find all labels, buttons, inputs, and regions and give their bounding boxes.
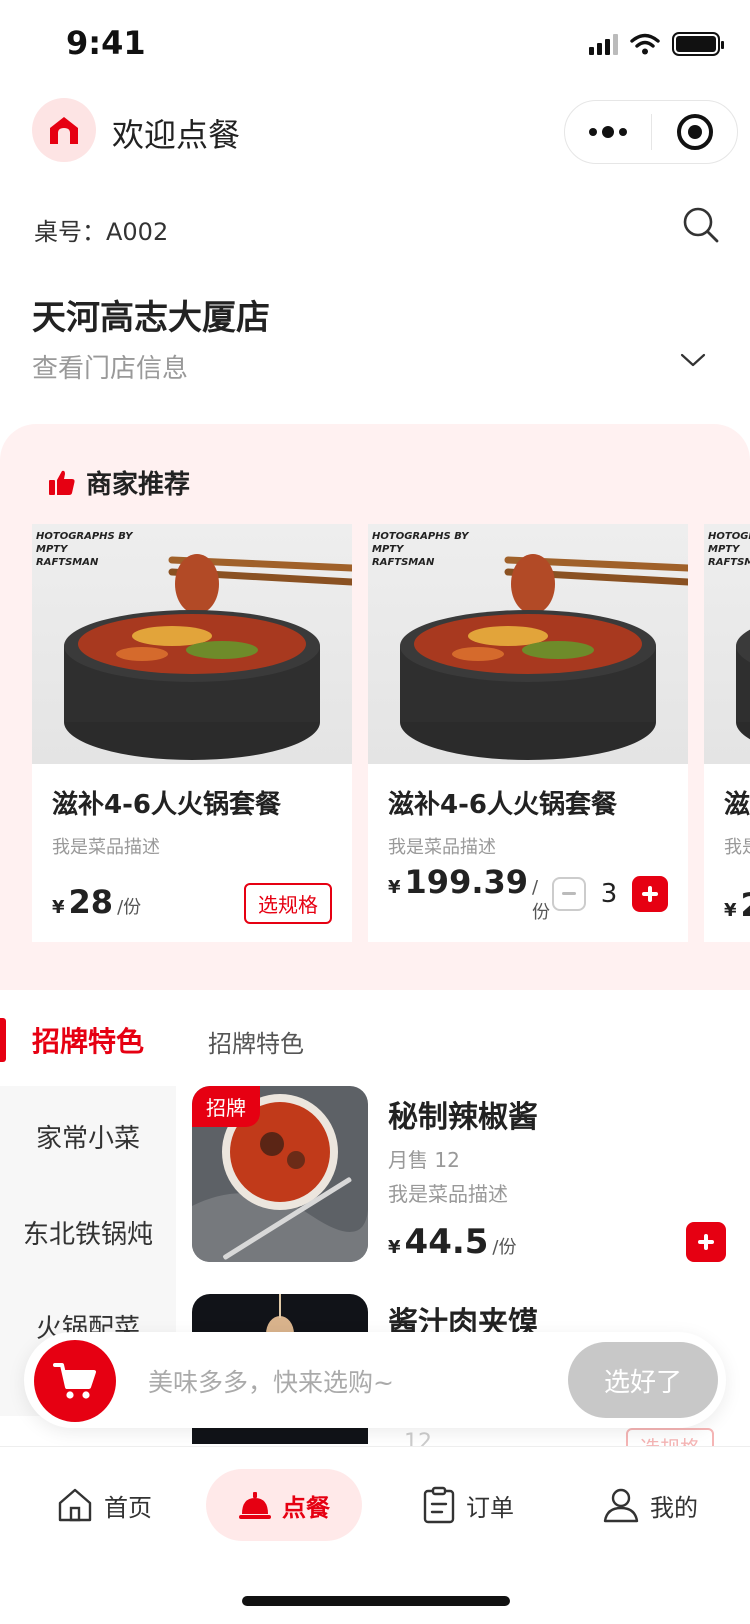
service-bell-icon — [239, 1492, 271, 1519]
watermark-text: HOTOGRAPHS BY MPTY RAFTSMAN — [36, 531, 133, 568]
cart-button[interactable] — [34, 1340, 116, 1422]
dish-sales: 月售 12 — [388, 1148, 460, 1172]
dish-price: 28 — [68, 883, 114, 921]
wifi-icon — [630, 33, 660, 55]
tab-signature[interactable]: 招牌特色 — [208, 1024, 304, 1059]
dish-image[interactable]: 招牌 — [192, 1086, 368, 1262]
tab-label: 订单 — [466, 1493, 514, 1522]
user-icon — [603, 1488, 639, 1523]
store-logo-icon — [32, 98, 96, 162]
dish-image: HOTOGRAPHS BY MPTY RAFTSMAN — [32, 524, 352, 764]
status-time: 9:41 — [66, 24, 146, 62]
tab-profile[interactable]: 我的 — [602, 1469, 698, 1541]
clipboard-icon — [423, 1486, 455, 1524]
dish-desc: 我是菜品描述 — [52, 837, 160, 858]
tab-label: 首页 — [104, 1493, 152, 1522]
tab-home[interactable]: 首页 — [56, 1469, 152, 1541]
select-spec-button[interactable]: 选规格 — [244, 883, 332, 924]
signature-badge: 招牌 — [192, 1086, 260, 1127]
recommend-card[interactable]: HOTOGRAPHS BY MPTY RAFTSMAN 滋补4-6人火锅套餐 我… — [32, 524, 352, 942]
recommend-title: 商家推荐 — [86, 470, 191, 500]
home-indicator — [242, 1596, 510, 1606]
recommend-header: 商家推荐 — [48, 464, 190, 501]
store-info-link[interactable]: 查看门店信息 — [32, 348, 188, 385]
tab-signature-active[interactable]: 招牌特色 — [32, 1020, 144, 1060]
currency-symbol: ¥ — [388, 877, 401, 898]
active-tab-indicator — [0, 1018, 6, 1062]
dish-price: 2 — [741, 886, 750, 924]
increase-button[interactable] — [632, 875, 668, 912]
checkout-button[interactable]: 选好了 — [568, 1342, 718, 1418]
price-unit: /份 — [492, 1237, 517, 1258]
dish-desc: 我是菜品描述 — [388, 1182, 508, 1206]
dish-price: 199.39 — [404, 863, 529, 901]
currency-symbol: ¥ — [388, 1237, 401, 1258]
tab-order-food[interactable]: 点餐 — [206, 1469, 362, 1541]
sidebar-item-home-dishes[interactable]: 家常小菜 — [0, 1118, 176, 1155]
quantity-stepper: 3 — [552, 875, 668, 912]
store-name: 天河高志大厦店 — [32, 298, 270, 338]
dish-desc: 我是菜品描述 — [388, 837, 496, 858]
search-icon[interactable] — [682, 206, 720, 244]
sidebar-item-iron-pot-stew[interactable]: 东北铁锅炖 — [0, 1214, 176, 1251]
signal-icon — [589, 33, 618, 55]
dish-price-row: ¥ 44.5 /份 — [388, 1222, 517, 1262]
page-title: 欢迎点餐 — [112, 116, 241, 154]
dish-desc: 我是 — [724, 837, 750, 858]
decrease-button[interactable] — [552, 876, 586, 911]
dish-name: 滋补4-6人火锅套餐 — [52, 790, 281, 820]
currency-symbol: ¥ — [52, 897, 65, 918]
dish-name: 滋 — [724, 790, 750, 820]
close-miniprogram-icon[interactable] — [652, 114, 737, 150]
dish-price: 44.5 — [404, 1222, 489, 1262]
currency-symbol: ¥ — [724, 900, 737, 921]
tab-orders[interactable]: 订单 — [422, 1469, 514, 1541]
watermark-text: HOTOGR MPTY RAFTSM — [708, 531, 750, 568]
add-to-cart-button[interactable] — [686, 1222, 726, 1262]
tab-label: 我的 — [650, 1493, 698, 1522]
status-icons — [589, 32, 724, 56]
recommend-card[interactable]: HOTOGRAPHS BY MPTY RAFTSMAN 滋补4-6人火锅套餐 我… — [368, 524, 688, 942]
watermark-text: HOTOGRAPHS BY MPTY RAFTSMAN — [372, 531, 469, 568]
dish-name: 滋补4-6人火锅套餐 — [388, 790, 617, 820]
shopping-cart-icon — [53, 1363, 96, 1399]
miniprogram-capsule — [564, 100, 738, 164]
dish-image: HOTOGR MPTY RAFTSM — [704, 524, 750, 764]
tab-label: 点餐 — [282, 1493, 330, 1522]
price-unit: /份 — [532, 877, 551, 923]
price-unit: /份 — [117, 897, 142, 918]
home-icon — [58, 1488, 92, 1522]
recommend-card[interactable]: HOTOGR MPTY RAFTSM 滋 我是 ¥ 2 — [704, 524, 750, 942]
cart-placeholder: 美味多多，快来选购~ — [148, 1368, 394, 1397]
quantity-value: 3 — [600, 878, 618, 909]
dish-image: HOTOGRAPHS BY MPTY RAFTSMAN — [368, 524, 688, 764]
thumbs-up-icon — [49, 470, 75, 495]
chevron-down-icon[interactable] — [680, 352, 706, 368]
battery-icon — [672, 32, 724, 56]
recommend-carousel[interactable]: HOTOGRAPHS BY MPTY RAFTSMAN 滋补4-6人火锅套餐 我… — [32, 524, 750, 942]
more-icon[interactable] — [565, 126, 651, 138]
table-number: 桌号：A002 — [34, 218, 169, 246]
dish-name: 秘制辣椒酱 — [388, 1100, 538, 1135]
